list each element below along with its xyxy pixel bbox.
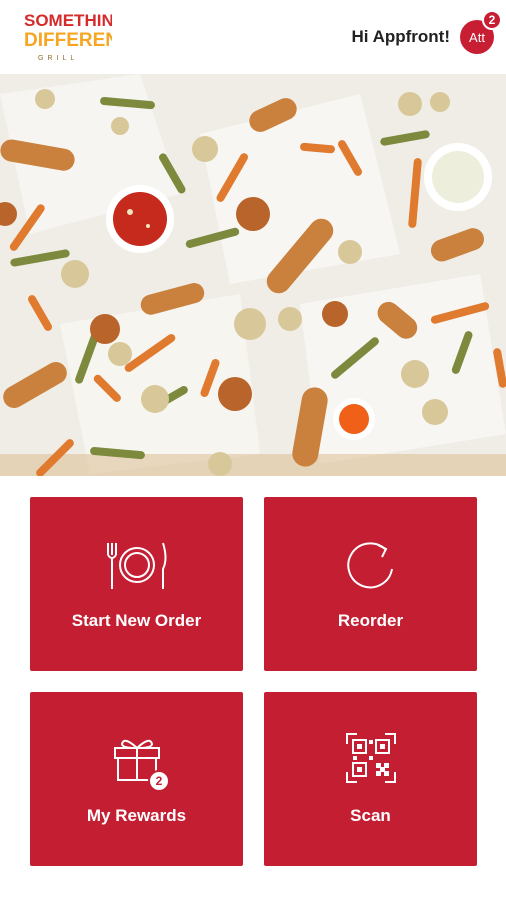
start-new-order-button[interactable]: Start New Order — [30, 497, 243, 671]
logo-line-1: SOMETHING — [24, 11, 112, 30]
my-rewards-button[interactable]: 2 My Rewards — [30, 692, 243, 866]
my-rewards-label: My Rewards — [86, 806, 187, 825]
start-new-order-label: Start New Order — [71, 611, 202, 630]
action-grid: Start New Order Reorder 2 My Rewards Sca… — [30, 497, 477, 867]
app-header: SOMETHING DIFFERENT GRILL Hi Appfront! A… — [0, 0, 506, 74]
scan-label: Scan — [350, 806, 391, 825]
reorder-button[interactable]: Reorder — [264, 497, 477, 671]
qr-code-icon — [346, 733, 396, 783]
rewards-count-badge: 2 — [148, 770, 170, 792]
brand-logo[interactable]: SOMETHING DIFFERENT GRILL — [24, 8, 112, 68]
logo-line-2: DIFFERENT — [24, 30, 112, 51]
scan-button[interactable]: Scan — [264, 692, 477, 866]
user-greeting: Hi Appfront! — [351, 27, 450, 46]
reorder-icon — [347, 542, 393, 589]
hero-food-image — [0, 74, 506, 476]
reorder-label: Reorder — [337, 611, 404, 630]
plate-cutlery-icon — [107, 542, 167, 589]
notification-badge: 2 — [482, 10, 502, 30]
logo-line-3: GRILL — [38, 55, 78, 62]
